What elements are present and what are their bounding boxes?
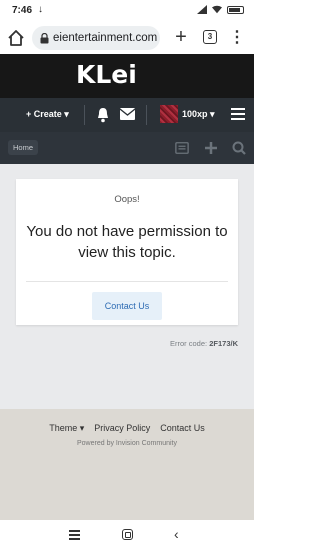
contact-us-button[interactable]: Contact Us (92, 292, 162, 320)
site-logo[interactable]: KLei (76, 60, 137, 89)
signal-icon (197, 5, 207, 14)
user-bar: + Create ▾ 100xp ▾ (0, 98, 254, 132)
site-header: KLei (0, 54, 254, 98)
new-tab-button[interactable]: + (171, 27, 191, 47)
divider (26, 281, 228, 282)
address-bar[interactable]: eientertainment.com (32, 26, 160, 50)
error-code: Error code: 2F173/K (170, 339, 238, 348)
activity-stream-icon[interactable] (175, 141, 189, 155)
privacy-policy-link[interactable]: Privacy Policy (94, 423, 150, 434)
site-footer: Theme ▾ Privacy Policy Contact Us Powere… (0, 409, 254, 520)
back-chevron-icon[interactable]: ‹ (174, 526, 179, 542)
create-button[interactable]: + Create ▾ (26, 109, 69, 120)
lock-icon (40, 32, 49, 43)
download-icon: ↓ (38, 4, 43, 15)
url-text: eientertainment.com (53, 32, 158, 44)
divider (146, 105, 147, 125)
search-icon[interactable] (232, 141, 246, 155)
footer-contact-link[interactable]: Contact Us (160, 423, 205, 434)
tab-switcher-button[interactable]: 3 (203, 30, 217, 44)
breadcrumb-bar: Home (0, 132, 254, 164)
error-code-label: Error code: (170, 339, 208, 348)
status-time: 7:46 (12, 5, 33, 16)
browser-toolbar: eientertainment.com + 3 ⋮ (0, 22, 254, 54)
battery-icon (227, 5, 244, 14)
theme-selector[interactable]: Theme ▾ (49, 423, 84, 434)
home-icon[interactable] (6, 28, 26, 48)
divider (84, 105, 85, 125)
error-message: You do not have permission to view this … (26, 223, 228, 261)
powered-by-text[interactable]: Powered by Invision Community (0, 440, 254, 447)
system-home-icon[interactable] (122, 529, 133, 540)
browser-menu-button[interactable]: ⋮ (229, 28, 245, 48)
wifi-icon (212, 5, 222, 14)
notifications-bell-icon[interactable] (96, 107, 110, 123)
system-nav-bar: ‹ (0, 520, 254, 550)
error-card: Oops! You do not have permission to view… (16, 179, 238, 325)
hamburger-menu-icon[interactable] (231, 108, 245, 120)
content-area: Oops! You do not have permission to view… (0, 164, 254, 409)
user-xp-menu[interactable]: 100xp ▾ (182, 109, 215, 120)
footer-links: Theme ▾ Privacy Policy Contact Us (0, 423, 254, 434)
recent-apps-icon[interactable] (69, 530, 80, 540)
user-avatar[interactable] (160, 105, 178, 123)
add-plus-icon[interactable] (204, 141, 218, 155)
error-code-value: 2F173/K (209, 339, 238, 348)
breadcrumb-home[interactable]: Home (8, 140, 39, 155)
status-bar: 7:46 ↓ (0, 0, 254, 22)
error-heading: Oops! (114, 194, 140, 205)
messages-envelope-icon[interactable] (120, 108, 135, 120)
